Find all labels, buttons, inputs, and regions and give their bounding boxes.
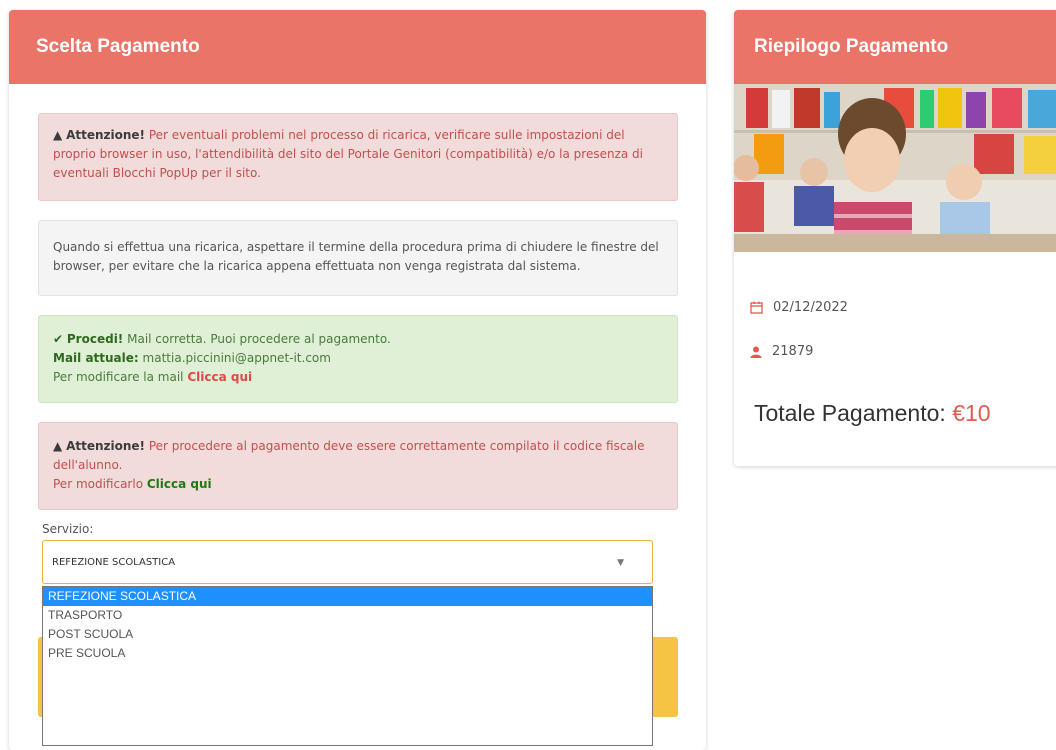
- mail-value: mattia.piccinini@appnet-it.com: [142, 351, 331, 365]
- service-option[interactable]: PRE SCUOLA: [43, 644, 652, 663]
- service-selected-value: REFEZIONE SCOLASTICA: [52, 556, 176, 568]
- total-payment: Totale Pagamento: €10: [754, 400, 991, 427]
- recharge-info-box: Quando si effettua una ricarica, aspetta…: [38, 220, 678, 296]
- modify-fiscal-text: Per modificarlo: [53, 477, 144, 491]
- classroom-photo: [734, 84, 1056, 252]
- info-text: Quando si effettua una ricarica, aspetta…: [53, 240, 659, 273]
- payment-choice-title: Scelta Pagamento: [36, 36, 200, 57]
- success-label: Procedi!: [66, 332, 124, 346]
- modify-fiscal-link[interactable]: Clicca qui: [147, 477, 212, 491]
- user-id: 21879: [772, 344, 814, 359]
- mail-success-alert: ✔ Procedi! Mail corretta. Puoi procedere…: [38, 315, 678, 403]
- caret-down-icon: ▼: [617, 558, 624, 568]
- calendar-icon: [750, 301, 763, 314]
- date-row: 02/12/2022: [750, 300, 848, 315]
- service-option[interactable]: POST SCUOLA: [43, 625, 652, 644]
- payment-choice-header: Scelta Pagamento: [9, 10, 706, 84]
- payment-summary-header: Riepilogo Pagamento: [734, 10, 1056, 84]
- total-amount: €10: [952, 400, 991, 426]
- fiscal-code-warning-alert: ▲ Attenzione! Per procedere al pagamento…: [38, 422, 678, 510]
- check-icon: ✔: [53, 332, 64, 346]
- service-select[interactable]: REFEZIONE SCOLASTICA ▼: [42, 540, 653, 584]
- payment-summary-title: Riepilogo Pagamento: [754, 36, 949, 57]
- modify-mail-link[interactable]: Clicca qui: [187, 370, 252, 384]
- user-row: 21879: [750, 344, 813, 359]
- service-label: Servizio:: [42, 522, 94, 536]
- warning-icon: ▲: [53, 128, 63, 142]
- warning-icon: ▲: [53, 439, 63, 453]
- alert-label: Attenzione!: [66, 439, 145, 453]
- total-label: Totale Pagamento:: [754, 400, 946, 426]
- payment-summary-panel: Riepilogo Pagamento 02/12/2022 21879 Tot…: [734, 10, 1056, 466]
- user-icon: [750, 346, 762, 358]
- service-option[interactable]: REFEZIONE SCOLASTICA: [43, 587, 652, 606]
- payment-date: 02/12/2022: [773, 300, 848, 315]
- browser-warning-alert: ▲ Attenzione! Per eventuali problemi nel…: [38, 113, 678, 201]
- modify-mail-text: Per modificare la mail: [53, 370, 184, 384]
- mail-label: Mail attuale:: [53, 351, 139, 365]
- service-option[interactable]: TRASPORTO: [43, 606, 652, 625]
- success-text: Mail corretta. Puoi procedere al pagamen…: [127, 332, 391, 346]
- alert-label: Attenzione!: [66, 128, 145, 142]
- service-dropdown[interactable]: REFEZIONE SCOLASTICA TRASPORTO POST SCUO…: [42, 586, 653, 746]
